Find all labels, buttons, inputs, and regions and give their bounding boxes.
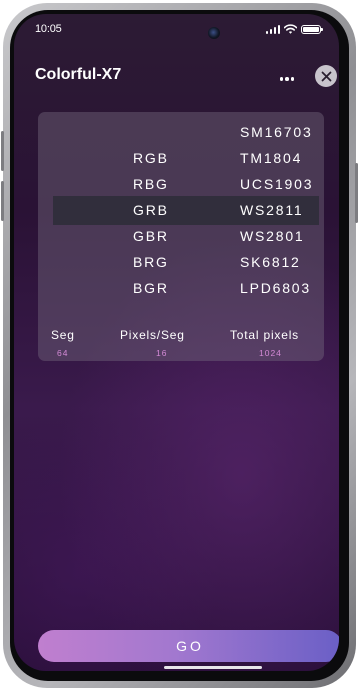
app-screen: 10:05 Colorful-X7 SM16703 RGB TM1804 RBG… (14, 14, 339, 671)
total-pixels-label: Total pixels (230, 328, 299, 342)
pixels-per-seg-value: 16 (156, 348, 168, 358)
picker-row[interactable]: SM16703 (53, 118, 319, 147)
picker-row[interactable]: GBR WS2801 (53, 222, 319, 251)
chip-type-label: LPD6803 (240, 280, 311, 296)
chip-type-label: SK6812 (240, 254, 301, 270)
total-pixels-value: 1024 (259, 348, 282, 358)
wifi-icon (284, 24, 297, 34)
chip-type-label: TM1804 (240, 150, 303, 166)
chip-type-label: WS2811 (240, 202, 304, 218)
home-indicator[interactable] (164, 666, 262, 669)
volume-button (1, 131, 4, 171)
go-button[interactable]: GO (38, 630, 339, 662)
picker-row-selected[interactable]: GRB WS2811 (53, 196, 319, 225)
picker-row[interactable]: RGB TM1804 (53, 144, 319, 173)
close-icon[interactable] (315, 65, 337, 87)
seg-label: Seg (51, 328, 75, 342)
more-dots-icon[interactable] (277, 72, 297, 86)
led-config-panel[interactable]: SM16703 RGB TM1804 RBG UCS1903 GRB WS281… (38, 112, 324, 361)
app-title: Colorful-X7 (35, 66, 122, 83)
battery-icon (301, 25, 323, 34)
color-order-label: GRB (133, 202, 169, 218)
seg-value: 64 (57, 348, 69, 358)
color-order-label: BGR (133, 280, 169, 296)
volume-button (1, 181, 4, 221)
status-icons (265, 24, 323, 34)
power-button (355, 163, 358, 223)
pixels-per-seg-label: Pixels/Seg (120, 328, 185, 342)
color-order-label: GBR (133, 228, 169, 244)
picker-row[interactable]: RBG UCS1903 (53, 170, 319, 199)
chip-type-label: WS2801 (240, 228, 305, 244)
signal-icon (265, 24, 280, 34)
chip-type-label: SM16703 (240, 124, 313, 140)
front-camera (208, 27, 220, 39)
color-order-label: RBG (133, 176, 169, 192)
chip-type-label: UCS1903 (240, 176, 314, 192)
picker-row[interactable]: BRG SK6812 (53, 248, 319, 277)
color-order-label: RGB (133, 150, 169, 166)
color-order-label: BRG (133, 254, 169, 270)
picker-row[interactable]: BGR LPD6803 (53, 274, 319, 303)
status-time: 10:05 (35, 23, 62, 35)
